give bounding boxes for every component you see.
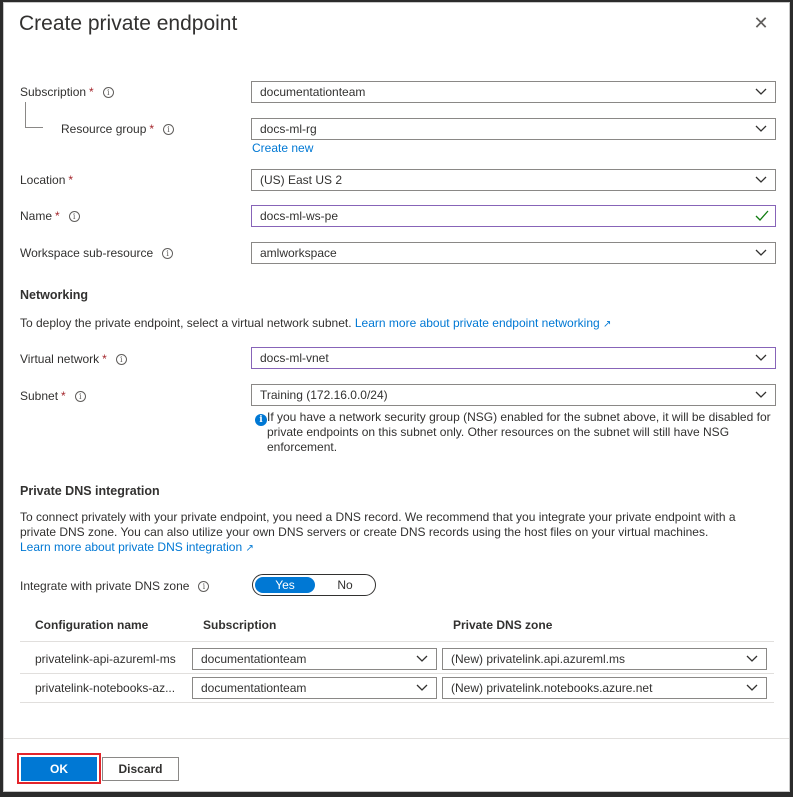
virtual-network-label: Virtual network * i [20,352,127,366]
dns-heading: Private DNS integration [20,484,160,498]
required-marker: * [68,173,74,187]
integrate-dns-label: Integrate with private DNS zone i [20,579,210,593]
virtual-network-label-text: Virtual network [20,352,100,366]
chevron-down-icon [755,125,767,132]
required-marker: * [149,122,155,136]
resource-group-select[interactable]: docs-ml-rg [251,118,776,140]
chevron-down-icon [746,655,758,662]
external-link-icon: ↗ [603,319,612,330]
subnet-label: Subnet * i [20,389,86,403]
sub-resource-value: amlworkspace [260,246,337,260]
location-value: (US) East US 2 [260,173,343,187]
row-subscription-select[interactable]: documentationteam [192,648,437,670]
location-select[interactable]: (US) East US 2 [251,169,776,191]
dialog-title: Create private endpoint [19,12,238,35]
required-marker: * [55,209,60,223]
table-row-config-name: privatelink-api-azureml-ms [35,652,176,666]
external-link-icon: ↗ [245,543,254,554]
table-divider [20,702,774,703]
sub-resource-label: Workspace sub-resource i [20,246,174,260]
virtual-network-select[interactable]: docs-ml-vnet [251,347,776,369]
chevron-down-icon [755,354,767,361]
info-icon[interactable]: i [115,354,127,365]
row-dns-zone-value: (New) privatelink.notebooks.azure.net [451,681,653,695]
info-badge-icon: i [255,411,267,426]
subscription-select[interactable]: documentationteam [251,81,776,103]
table-divider [20,673,774,674]
subnet-select[interactable]: Training (172.16.0.0/24) [251,384,776,406]
info-icon[interactable]: i [102,87,114,98]
networking-learn-more-link[interactable]: Learn more about private endpoint networ… [355,316,612,330]
dns-description-line: To connect privately with your private e… [20,510,736,524]
info-icon[interactable]: i [68,211,80,222]
column-header-configuration-name: Configuration name [35,618,149,632]
info-icon[interactable]: i [163,124,175,135]
location-label: Location * [20,173,73,187]
create-new-link[interactable]: Create new [252,141,313,155]
sub-resource-label-text: Workspace sub-resource [20,246,154,260]
networking-heading: Networking [20,288,89,302]
chevron-down-icon [755,249,767,256]
resource-group-label-text: Resource group [61,122,147,136]
subscription-label: Subscription * i [20,85,114,99]
subnet-value: Training (172.16.0.0/24) [260,388,388,402]
sub-resource-select[interactable]: amlworkspace [251,242,776,264]
required-marker: * [61,389,66,403]
dns-description-line: private DNS zone. You can also utilize y… [20,525,709,539]
chevron-down-icon [416,655,428,662]
chevron-down-icon [755,176,767,183]
table-row-config-name: privatelink-notebooks-az... [35,681,176,695]
toggle-no-option[interactable]: No [317,577,373,593]
create-private-endpoint-dialog: Create private endpoint ✕ Subscription * i… [3,2,790,792]
footer-divider [4,738,789,739]
dns-learn-more-text: Learn more about private DNS integration [20,540,243,554]
networking-description-text: To deploy the private endpoint, select a… [20,316,352,330]
tree-connector [25,102,43,128]
networking-learn-more-text: Learn more about private endpoint networ… [354,316,600,330]
required-marker: * [89,85,94,99]
subscription-label-text: Subscription [20,85,87,99]
dns-description: To connect privately with your private e… [20,510,736,556]
info-icon[interactable]: i [74,391,86,402]
ok-button[interactable]: OK [21,757,97,781]
info-icon[interactable]: i [198,581,210,592]
required-marker: * [102,352,107,366]
name-value: docs-ml-ws-pe [260,209,339,223]
name-label: Name * i [20,209,80,223]
toggle-yes-option[interactable]: Yes [255,577,315,593]
nsg-note: If you have a network security group (NS… [267,410,777,455]
integrate-dns-label-text: Integrate with private DNS zone [20,579,190,593]
chevron-down-icon [755,88,767,95]
column-header-subscription: Subscription [203,618,277,632]
name-label-text: Name [20,209,53,223]
close-icon[interactable]: ✕ [752,14,770,32]
info-icon[interactable]: i [162,248,174,259]
dns-learn-more-link[interactable]: Learn more about private DNS integration… [20,540,736,556]
discard-button[interactable]: Discard [102,757,179,781]
name-input[interactable]: docs-ml-ws-pe [251,205,776,227]
column-header-private-dns-zone: Private DNS zone [453,618,553,632]
nsg-note-line: If you have a network security group (NS… [267,410,771,424]
chevron-down-icon [416,684,428,691]
chevron-down-icon [755,391,767,398]
row-subscription-value: documentationteam [201,681,307,695]
virtual-network-value: docs-ml-vnet [260,351,329,365]
row-dns-zone-select[interactable]: (New) privatelink.api.azureml.ms [442,648,767,670]
integrate-dns-toggle: Yes No [252,574,376,596]
row-dns-zone-select[interactable]: (New) privatelink.notebooks.azure.net [442,677,767,699]
location-label-text: Location [20,173,66,187]
row-subscription-select[interactable]: documentationteam [192,677,437,699]
row-dns-zone-value: (New) privatelink.api.azureml.ms [451,652,626,666]
row-subscription-value: documentationteam [201,652,307,666]
checkmark-icon [755,210,769,221]
subnet-label-text: Subnet [20,389,59,403]
resource-group-value: docs-ml-rg [260,122,317,136]
subscription-value: documentationteam [260,85,366,99]
networking-description: To deploy the private endpoint, select a… [20,316,611,332]
chevron-down-icon [746,684,758,691]
nsg-note-line: enforcement. [267,440,338,454]
resource-group-label: Resource group * i [61,122,175,136]
table-divider [20,641,774,642]
nsg-note-line: private endpoints on this subnet only. O… [267,425,730,439]
